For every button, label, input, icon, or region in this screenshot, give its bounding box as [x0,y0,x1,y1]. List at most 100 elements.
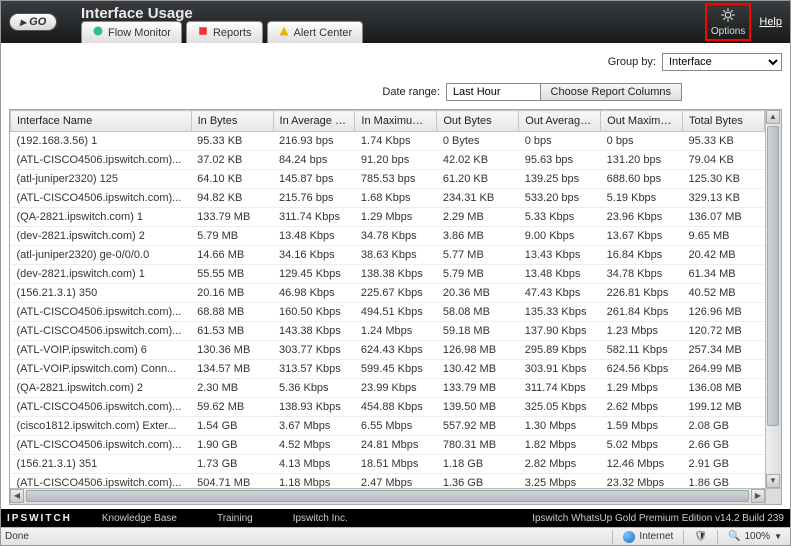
table-cell: 2.91 GB [683,455,765,474]
column-header[interactable]: Interface Name [11,111,192,132]
scroll-right-arrow-icon[interactable]: ▶ [751,489,765,503]
table-cell: 4.52 Mbps [273,436,355,455]
tab-alert-center[interactable]: Alert Center [267,21,364,43]
table-cell: 303.77 Kbps [273,341,355,360]
table-cell: 2.82 Mbps [519,455,601,474]
help-link[interactable]: Help [759,16,782,28]
column-header[interactable]: Out Average Speed [519,111,601,132]
table-cell: 136.08 MB [683,379,765,398]
column-header[interactable]: In Average Speed [273,111,355,132]
brand-logo: IPSWITCH [7,513,72,524]
table-row[interactable]: (dev-2821.ipswitch.com) 25.79 MB13.48 Kb… [11,227,765,246]
chevron-down-icon: ▼ [774,532,782,541]
table-cell: (ATL-CISCO4506.ipswitch.com)... [11,322,192,341]
tab-flow-monitor[interactable]: Flow Monitor [81,21,182,43]
column-header[interactable]: In Bytes [191,111,273,132]
table-cell: 13.48 Kbps [273,227,355,246]
shield-icon: 🛡 [694,531,707,542]
table-cell: 325.05 Kbps [519,398,601,417]
table-row[interactable]: (ATL-VOIP.ipswitch.com) 6130.36 MB303.77… [11,341,765,360]
table-row[interactable]: (dev-2821.ipswitch.com) 155.55 MB129.45 … [11,265,765,284]
table-cell: 84.24 bps [273,151,355,170]
table-cell: 1.82 Mbps [519,436,601,455]
table-cell: 1.90 GB [191,436,273,455]
table-cell: 34.16 Kbps [273,246,355,265]
table-cell: 95.63 bps [519,151,601,170]
table-cell: 557.92 MB [437,417,519,436]
table-cell: 199.12 MB [683,398,765,417]
tab-reports[interactable]: Reports [186,21,263,43]
table-cell: (cisco1812.ipswitch.com) Exter... [11,417,192,436]
table-row[interactable]: (ATL-CISCO4506.ipswitch.com)...61.53 MB1… [11,322,765,341]
table-cell: 13.48 Kbps [519,265,601,284]
table-cell: (ATL-CISCO4506.ipswitch.com)... [11,436,192,455]
table-row[interactable]: (QA-2821.ipswitch.com) 1133.79 MB311.74 … [11,208,765,227]
table-cell: (QA-2821.ipswitch.com) 2 [11,379,192,398]
go-button[interactable]: GO [9,13,57,31]
table-cell: 94.82 KB [191,189,273,208]
table-cell: 624.56 Kbps [601,360,683,379]
table-cell: (ATL-CISCO4506.ipswitch.com)... [11,398,192,417]
table-cell: 143.38 Kbps [273,322,355,341]
table-row[interactable]: (ATL-CISCO4506.ipswitch.com)...68.88 MB1… [11,303,765,322]
table-row[interactable]: (atl-juniper2320) 12564.10 KB145.87 bps7… [11,170,765,189]
table-cell: 46.98 Kbps [273,284,355,303]
table-cell: 215.76 bps [273,189,355,208]
table-cell: 234.31 KB [437,189,519,208]
choose-columns-button[interactable]: Choose Report Columns [540,83,682,101]
table-cell: 120.72 MB [683,322,765,341]
table-row[interactable]: (ATL-VOIP.ipswitch.com) Conn...134.57 MB… [11,360,765,379]
table-row[interactable]: (ATL-CISCO4506.ipswitch.com)...94.82 KB2… [11,189,765,208]
footer-link[interactable]: Training [217,513,253,524]
table-cell: 6.55 Mbps [355,417,437,436]
data-table-container: Interface NameIn BytesIn Average SpeedIn… [9,109,782,505]
table-cell: 12.46 Mbps [601,455,683,474]
table-row[interactable]: (156.21.3.1) 3511.73 GB4.13 Mbps18.51 Mb… [11,455,765,474]
footer-link[interactable]: Knowledge Base [102,513,177,524]
table-row[interactable]: (ATL-CISCO4506.ipswitch.com)...1.90 GB4.… [11,436,765,455]
table-row[interactable]: (cisco1812.ipswitch.com) Exter...1.54 GB… [11,417,765,436]
column-header[interactable]: In Maximum Sp... [355,111,437,132]
column-header[interactable]: Out Maximum Sp... [601,111,683,132]
scroll-up-arrow-icon[interactable]: ▲ [766,110,780,124]
table-cell: 216.93 bps [273,132,355,151]
table-cell: 1.36 GB [437,474,519,489]
table-cell: 13.43 Kbps [519,246,601,265]
table-cell: 126.96 MB [683,303,765,322]
table-row[interactable]: (ATL-CISCO4506.ipswitch.com)...59.62 MB1… [11,398,765,417]
table-cell: (ATL-CISCO4506.ipswitch.com)... [11,303,192,322]
table-row[interactable]: (ATL-CISCO4506.ipswitch.com)...37.02 KB8… [11,151,765,170]
vertical-scrollbar[interactable]: ▲ ▼ [765,110,781,488]
protected-mode[interactable]: 🛡 [690,531,711,542]
security-zone[interactable]: Internet [619,531,677,543]
column-header[interactable]: Out Bytes [437,111,519,132]
table-cell: 0 Bytes [437,132,519,151]
table-row[interactable]: (ATL-CISCO4506.ipswitch.com)...504.71 MB… [11,474,765,489]
table-row[interactable]: (156.21.3.1) 35020.16 MB46.98 Kbps225.67… [11,284,765,303]
scroll-thumb[interactable] [767,126,779,426]
scroll-left-arrow-icon[interactable]: ◀ [10,489,24,503]
table-cell: 599.45 Kbps [355,360,437,379]
table-cell: 303.91 Kbps [519,360,601,379]
table-cell: (ATL-CISCO4506.ipswitch.com)... [11,474,192,489]
edition-label: Ipswitch WhatsUp Gold Premium Edition v1… [532,513,784,524]
table-cell: 130.36 MB [191,341,273,360]
options-button[interactable]: Options [705,3,751,41]
footer-link[interactable]: Ipswitch Inc. [293,513,348,524]
table-row[interactable]: (QA-2821.ipswitch.com) 22.30 MB5.36 Kbps… [11,379,765,398]
table-cell: (ATL-VOIP.ipswitch.com) Conn... [11,360,192,379]
table-row[interactable]: (atl-juniper2320) ge-0/0/0.014.66 MB34.1… [11,246,765,265]
table-cell: 311.74 Kbps [519,379,601,398]
table-cell: (dev-2821.ipswitch.com) 2 [11,227,192,246]
table-cell: 23.96 Kbps [601,208,683,227]
scroll-thumb[interactable] [26,490,749,502]
scroll-down-arrow-icon[interactable]: ▼ [766,474,780,488]
table-row[interactable]: (192.168.3.56) 195.33 KB216.93 bps1.74 K… [11,132,765,151]
zoom-control[interactable]: 🔍 100% ▼ [724,531,786,542]
column-header[interactable]: Total Bytes [683,111,765,132]
group-by-select[interactable]: Interface [662,53,782,71]
table-cell: 20.36 MB [437,284,519,303]
table-cell: 1.18 Mbps [273,474,355,489]
table-cell: 61.20 KB [437,170,519,189]
horizontal-scrollbar[interactable]: ◀ ▶ [10,488,765,504]
